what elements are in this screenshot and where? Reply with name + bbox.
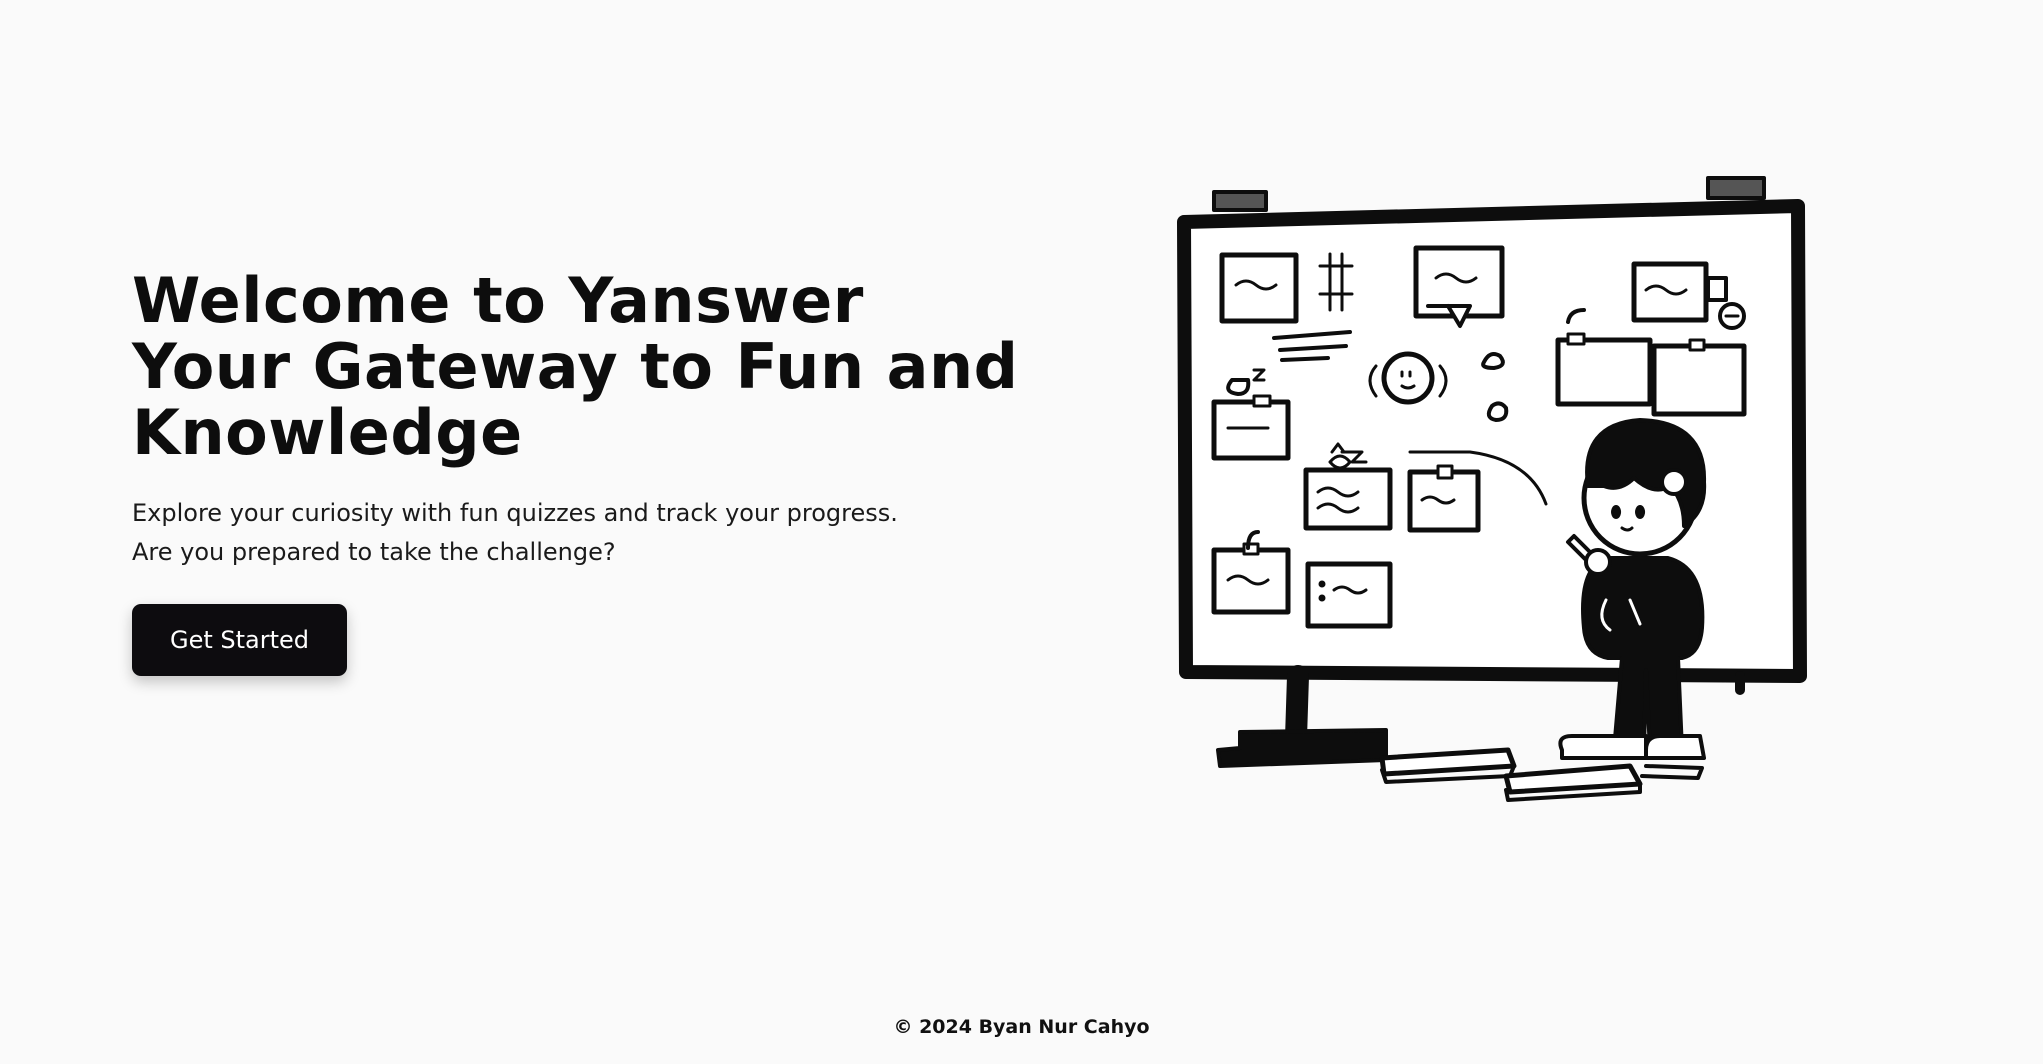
hero-section: Welcome to Yanswer Your Gateway to Fun a…: [132, 264, 1019, 676]
landing-page: Welcome to Yanswer Your Gateway to Fun a…: [0, 0, 2043, 1064]
hero-title-line-1: Welcome to Yanswer: [132, 264, 864, 337]
whiteboard-student-illustration: [1170, 170, 1830, 810]
footer-copyright: © 2024 Byan Nur Cahyo: [893, 1016, 1150, 1038]
hero-title-line-2: Your Gateway to Fun and: [132, 330, 1019, 403]
hero-description: Explore your curiosity with fun quizzes …: [132, 494, 1012, 572]
hero-description-line-2: Are you prepared to take the challenge?: [132, 538, 616, 566]
hero-title-line-3: Knowledge: [132, 396, 523, 469]
hero-title: Welcome to Yanswer Your Gateway to Fun a…: [132, 264, 1019, 469]
get-started-button[interactable]: Get Started: [132, 604, 347, 676]
hero-description-line-1: Explore your curiosity with fun quizzes …: [132, 499, 898, 527]
